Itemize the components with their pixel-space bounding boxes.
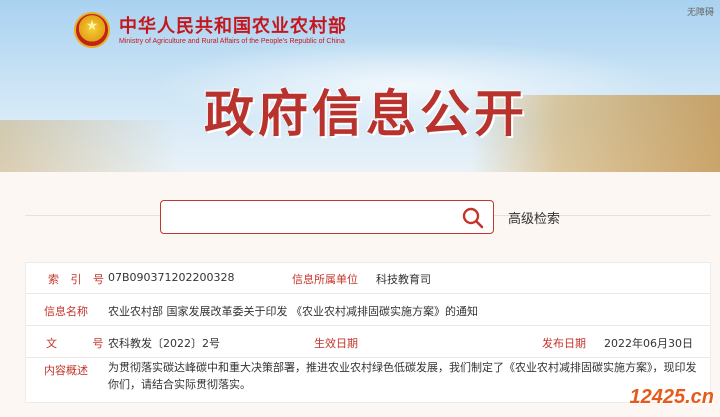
national-emblem-icon[interactable]: ★	[74, 12, 110, 48]
banner-wheat-left	[0, 120, 180, 172]
header-banner: ★ 中华人民共和国农业农村部 Ministry of Agriculture a…	[0, 0, 720, 172]
info-row-doc: 文 号 农科教发〔2022〕2号 生效日期 发布日期 2022年06月30日	[26, 325, 710, 358]
summary-label: 内容概述	[44, 364, 88, 377]
emblem-star-icon: ★	[85, 18, 99, 34]
watermark: 12425.cn	[629, 386, 714, 408]
index-value: 07B090371202200328	[108, 271, 235, 284]
index-label: 索 引 号	[48, 273, 108, 286]
info-table: 索 引 号 07B090371202200328 信息所属单位 科技教育司 信息…	[25, 262, 711, 403]
search-input[interactable]	[167, 205, 451, 231]
info-row-name: 信息名称 农业农村部 国家发展改革委关于印发 《农业农村减排固碳实施方案》的通知	[26, 293, 710, 326]
summary-value: 为贯彻落实碳达峰碳中和重大决策部署，推进农业农村绿色低碳发展，我们制定了《农业农…	[108, 361, 697, 391]
publish-date-value: 2022年06月30日	[604, 337, 693, 350]
search-icon	[462, 207, 484, 229]
search-box[interactable]	[160, 200, 494, 234]
doc-no-value: 农科教发〔2022〕2号	[108, 337, 220, 350]
info-row-summary: 内容概述 为贯彻落实碳达峰碳中和重大决策部署，推进农业农村绿色低碳发展，我们制定…	[26, 357, 710, 402]
name-value: 农业农村部 国家发展改革委关于印发 《农业农村减排固碳实施方案》的通知	[108, 305, 478, 318]
publish-date-label: 发布日期	[542, 337, 586, 350]
owner-label: 信息所属单位	[292, 273, 358, 286]
info-row-index: 索 引 号 07B090371202200328 信息所属单位 科技教育司	[26, 263, 710, 294]
owner-value: 科技教育司	[376, 273, 431, 286]
search-button[interactable]	[461, 206, 485, 230]
ministry-name-cn[interactable]: 中华人民共和国农业农村部	[119, 12, 347, 38]
accessibility-link[interactable]: 无障碍	[687, 5, 714, 18]
name-label: 信息名称	[44, 305, 88, 318]
ministry-name-en: Ministry of Agriculture and Rural Affair…	[119, 38, 345, 45]
banner-title: 政府信息公开	[204, 84, 528, 143]
effective-date-label: 生效日期	[314, 337, 358, 350]
advanced-search-link[interactable]: 高级检索	[508, 208, 560, 227]
